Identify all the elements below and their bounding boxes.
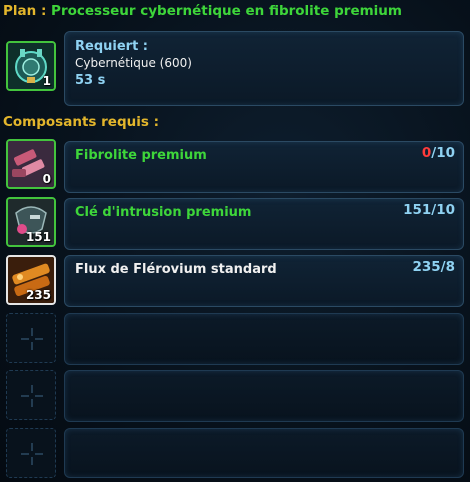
- component-have-3: 235: [412, 259, 441, 275]
- component-slot-3[interactable]: 235: [6, 255, 56, 305]
- empty-slot-1: [6, 313, 56, 363]
- component-name-1: Fibrolite premium: [75, 148, 207, 163]
- component-qty-3: 235/8: [412, 259, 455, 275]
- crafting-panel: Plan : Processeur cybernétique en fibrol…: [0, 0, 470, 482]
- component-count-2: 151: [25, 230, 51, 244]
- component-qty-1: 0/10: [422, 145, 455, 161]
- component-need-1: /10: [431, 145, 455, 161]
- requirement-skill: Cybernétique (600): [75, 56, 192, 70]
- component-name-2: Clé d'intrusion premium: [75, 205, 252, 220]
- requirement-card: Requiert : Cybernétique (600) 53 s: [64, 31, 464, 106]
- schematic-slot[interactable]: 1: [6, 41, 56, 91]
- component-count-3: 235: [25, 288, 51, 302]
- component-have-1: 0: [421, 145, 432, 161]
- plan-name: Processeur cybernétique en fibrolite pre…: [51, 3, 402, 19]
- empty-slot-2: [6, 370, 56, 420]
- component-slot-2[interactable]: 151: [6, 197, 56, 247]
- empty-slot-marker-icon: [21, 443, 43, 465]
- empty-component-row-3: [64, 428, 464, 478]
- component-row-1[interactable]: Fibrolite premium 0/10: [64, 141, 464, 193]
- component-name-3: Flux de Flérovium standard: [75, 262, 277, 277]
- component-row-2[interactable]: Clé d'intrusion premium 151/10: [64, 198, 464, 250]
- crafting-time: 53 s: [75, 73, 106, 88]
- component-need-2: /10: [431, 202, 455, 218]
- component-count-1: 0: [42, 172, 51, 186]
- component-have-2: 151: [403, 202, 432, 218]
- component-need-3: /8: [440, 259, 455, 275]
- component-qty-2: 151/10: [403, 202, 455, 218]
- requirement-label: Requiert :: [75, 39, 149, 54]
- component-slot-1[interactable]: 0: [6, 139, 56, 189]
- components-section-label: Composants requis :: [3, 114, 159, 130]
- component-row-3[interactable]: Flux de Flérovium standard 235/8: [64, 255, 464, 307]
- empty-slot-3: [6, 428, 56, 478]
- plan-title: Plan : Processeur cybernétique en fibrol…: [3, 3, 402, 23]
- empty-slot-marker-icon: [21, 385, 43, 407]
- plan-prefix: Plan :: [3, 3, 52, 19]
- schematic-count: 1: [42, 74, 51, 88]
- empty-component-row-2: [64, 370, 464, 422]
- empty-slot-marker-icon: [21, 328, 43, 350]
- empty-component-row-1: [64, 313, 464, 365]
